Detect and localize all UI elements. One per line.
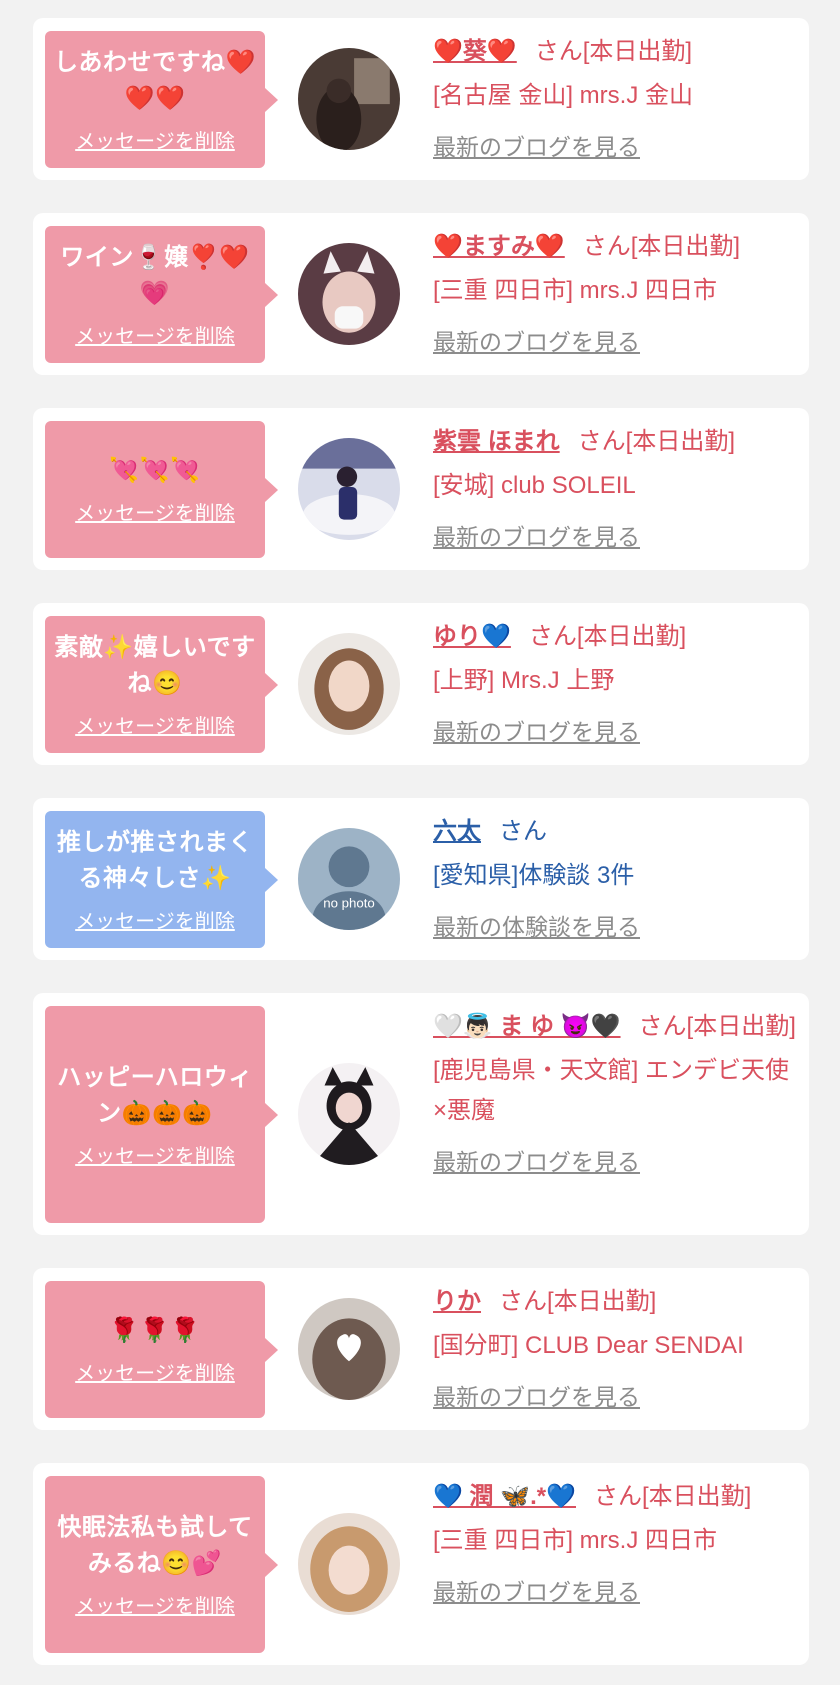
cast-name-link[interactable]: 💙 潤 🦋.*💙 bbox=[433, 1483, 576, 1510]
list-item: しあわせですね❤️❤️❤️ メッセージを削除 ❤️葵❤️ さん[本日出勤] [名古… bbox=[33, 18, 809, 180]
latest-blog-link[interactable]: 最新のブログを見る bbox=[433, 713, 640, 747]
user-name-link[interactable]: 六太 bbox=[433, 818, 481, 845]
cast-name-link[interactable]: 紫雲 ほまれ bbox=[433, 428, 560, 455]
avatar[interactable]: no photo bbox=[298, 828, 400, 930]
message-bubble: 推しが推されまくる神々しさ✨ メッセージを削除 bbox=[45, 811, 278, 948]
cast-name-link[interactable]: ❤️葵❤️ bbox=[433, 38, 517, 65]
message-text: 快眠法私も試してみるね😊💕 bbox=[57, 1514, 253, 1577]
name-suffix: さん[本日出勤] bbox=[582, 233, 741, 260]
message-text: ワイン🍷嬢❣️❤️💗 bbox=[60, 244, 250, 307]
card-info: ❤️葵❤️ さん[本日出勤] [名古屋 金山] mrs.J 金山 最新のブログを見… bbox=[433, 32, 803, 162]
name-suffix: さん[本日出勤] bbox=[638, 1013, 796, 1040]
latest-blog-link[interactable]: 最新のブログを見る bbox=[433, 518, 640, 552]
message-bubble: しあわせですね❤️❤️❤️ メッセージを削除 bbox=[45, 31, 278, 168]
shop-label: [三重 四日市] mrs.J 四日市 bbox=[433, 277, 717, 304]
photo-avatar-white-sofa-icon bbox=[298, 438, 400, 540]
cast-name-link[interactable]: ❤️ますみ❤️ bbox=[433, 233, 565, 260]
name-suffix: さん[本日出勤] bbox=[499, 1288, 657, 1315]
list-item: 推しが推されまくる神々しさ✨ メッセージを削除 no photo 六太 さん [愛… bbox=[33, 798, 809, 960]
list-item: 快眠法私も試してみるね😊💕 メッセージを削除 💙 潤 🦋.*💙 さん[本日出勤] … bbox=[33, 1463, 809, 1665]
shop-label: [安城] club SOLEIL bbox=[433, 472, 636, 499]
card-info: ゆり💙 さん[本日出勤] [上野] Mrs.J 上野 最新のブログを見る bbox=[433, 617, 803, 747]
photo-avatar-dim-room-icon bbox=[298, 48, 400, 150]
delete-message-link[interactable]: メッセージを削除 bbox=[75, 710, 235, 739]
avatar[interactable] bbox=[298, 243, 400, 345]
delete-message-link[interactable]: メッセージを削除 bbox=[75, 905, 235, 934]
message-bubble: 💘💘💘 メッセージを削除 bbox=[45, 421, 278, 558]
card-info: 🤍👼🏻 ま ゆ 😈🖤 さん[本日出勤] [鹿児島県・天文館] エンデビ天使×悪魔 … bbox=[433, 1007, 803, 1177]
delete-message-link[interactable]: メッセージを削除 bbox=[75, 125, 235, 154]
card-info: 六太 さん [愛知県]体験談 3件 最新の体験談を見る bbox=[433, 812, 803, 942]
no-photo-silhouette-icon: no photo bbox=[298, 828, 400, 930]
shop-label: [上野] Mrs.J 上野 bbox=[433, 667, 615, 694]
message-text: 推しが推されまくる神々しさ✨ bbox=[57, 829, 253, 892]
shop-label: [名古屋 金山] mrs.J 金山 bbox=[433, 82, 693, 109]
avatar[interactable] bbox=[298, 1513, 400, 1615]
shop-label: [三重 四日市] mrs.J 四日市 bbox=[433, 1527, 717, 1554]
cast-name-link[interactable]: ゆり💙 bbox=[433, 623, 511, 650]
card-info: 紫雲 ほまれ さん[本日出勤] [安城] club SOLEIL 最新のブログを見… bbox=[433, 422, 803, 552]
message-bubble: 快眠法私も試してみるね😊💕 メッセージを削除 bbox=[45, 1476, 278, 1653]
card-info: りか さん[本日出勤] [国分町] CLUB Dear SENDAI 最新のブログ… bbox=[433, 1282, 803, 1412]
avatar[interactable] bbox=[298, 1298, 400, 1400]
latest-blog-link[interactable]: 最新のブログを見る bbox=[433, 323, 640, 357]
message-bubble: ハッピーハロウィン🎃🎃🎃 メッセージを削除 bbox=[45, 1006, 278, 1223]
list-item: ワイン🍷嬢❣️❤️💗 メッセージを削除 ❤️ますみ❤️ さん[本日出勤] [三重 … bbox=[33, 213, 809, 375]
cast-name-link[interactable]: 🤍👼🏻 ま ゆ 😈🖤 bbox=[433, 1013, 621, 1040]
message-bubble: ワイン🍷嬢❣️❤️💗 メッセージを削除 bbox=[45, 226, 278, 363]
message-list: しあわせですね❤️❤️❤️ メッセージを削除 ❤️葵❤️ さん[本日出勤] [名古… bbox=[0, 0, 840, 1685]
photo-avatar-blonde-icon bbox=[298, 1513, 400, 1615]
card-info: 💙 潤 🦋.*💙 さん[本日出勤] [三重 四日市] mrs.J 四日市 最新のブ… bbox=[433, 1477, 803, 1607]
list-item: 🌹🌹🌹 メッセージを削除 りか さん[本日出勤] [国分町] CLUB Dear … bbox=[33, 1268, 809, 1430]
photo-avatar-heart-face-icon bbox=[298, 1298, 400, 1400]
message-text: 💘💘💘 bbox=[109, 457, 201, 484]
avatar[interactable] bbox=[298, 48, 400, 150]
message-bubble: 素敵✨嬉しいですね😊 メッセージを削除 bbox=[45, 616, 278, 753]
message-text: しあわせですね❤️❤️❤️ bbox=[54, 49, 256, 112]
avatar[interactable] bbox=[298, 1063, 400, 1165]
photo-avatar-brown-hair-icon bbox=[298, 633, 400, 735]
name-suffix: さん[本日出勤] bbox=[528, 623, 687, 650]
list-item: 💘💘💘 メッセージを削除 紫雲 ほまれ さん[本日出勤] [安城] club SO… bbox=[33, 408, 809, 570]
name-suffix: さん[本日出勤] bbox=[577, 428, 736, 455]
avatar[interactable] bbox=[298, 438, 400, 540]
card-info: ❤️ますみ❤️ さん[本日出勤] [三重 四日市] mrs.J 四日市 最新のブロ… bbox=[433, 227, 803, 357]
message-text: 素敵✨嬉しいですね😊 bbox=[54, 634, 256, 697]
name-suffix: さん bbox=[499, 818, 547, 845]
name-suffix: さん[本日出勤] bbox=[594, 1483, 752, 1510]
shop-label: [鹿児島県・天文館] エンデビ天使×悪魔 bbox=[433, 1057, 790, 1124]
delete-message-link[interactable]: メッセージを削除 bbox=[75, 1357, 235, 1386]
delete-message-link[interactable]: メッセージを削除 bbox=[75, 1140, 235, 1169]
delete-message-link[interactable]: メッセージを削除 bbox=[75, 1590, 235, 1619]
delete-message-link[interactable]: メッセージを削除 bbox=[75, 497, 235, 526]
photo-avatar-cat-ears-icon bbox=[298, 243, 400, 345]
no-photo-text: no photo bbox=[323, 896, 375, 911]
latest-blog-link[interactable]: 最新のブログを見る bbox=[433, 1378, 640, 1412]
message-text: ハッピーハロウィン🎃🎃🎃 bbox=[57, 1064, 253, 1127]
message-text: 🌹🌹🌹 bbox=[109, 1317, 201, 1344]
name-suffix: さん[本日出勤] bbox=[534, 38, 693, 65]
latest-review-link[interactable]: 最新の体験談を見る bbox=[433, 908, 640, 942]
message-bubble: 🌹🌹🌹 メッセージを削除 bbox=[45, 1281, 278, 1418]
delete-message-link[interactable]: メッセージを削除 bbox=[75, 320, 235, 349]
latest-blog-link[interactable]: 最新のブログを見る bbox=[433, 1143, 640, 1177]
latest-blog-link[interactable]: 最新のブログを見る bbox=[433, 128, 640, 162]
avatar[interactable] bbox=[298, 633, 400, 735]
photo-avatar-black-costume-icon bbox=[298, 1063, 400, 1165]
latest-blog-link[interactable]: 最新のブログを見る bbox=[433, 1573, 640, 1607]
shop-label: [国分町] CLUB Dear SENDAI bbox=[433, 1332, 744, 1359]
list-item: ハッピーハロウィン🎃🎃🎃 メッセージを削除 🤍👼🏻 ま ゆ 😈🖤 さん[本日出勤]… bbox=[33, 993, 809, 1235]
cast-name-link[interactable]: りか bbox=[433, 1288, 481, 1315]
review-count-label: [愛知県]体験談 3件 bbox=[433, 862, 635, 889]
list-item: 素敵✨嬉しいですね😊 メッセージを削除 ゆり💙 さん[本日出勤] [上野] Mrs… bbox=[33, 603, 809, 765]
